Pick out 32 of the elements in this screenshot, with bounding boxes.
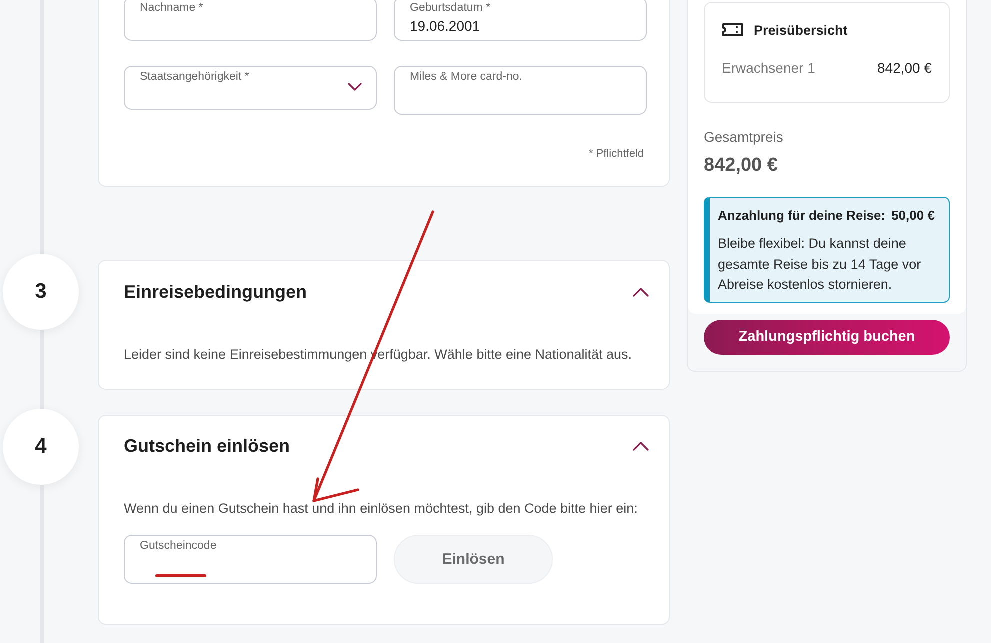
annotation-underline (156, 574, 206, 578)
last-name-field[interactable]: Nachname * (124, 0, 377, 41)
deposit-text: Bleibe flexibel: Du kannst deine gesamte Reise bis zu 14 Tage vor Abreise kostenlos stornieren. (718, 235, 922, 294)
price-line-amount: 842,00 € (878, 60, 932, 76)
step-number: 3 (3, 254, 79, 330)
step-number: 4 (3, 409, 79, 485)
field-label: Geburtsdatum * (410, 1, 491, 15)
section-title: Einreisebedingungen (124, 281, 308, 304)
ticket-icon (722, 23, 744, 37)
chevron-down-icon (348, 83, 362, 91)
field-label: Staatsangehörigkeit * (140, 70, 250, 84)
section-text: Wenn du einen Gutschein hast und ihn einlösen möchtest, gib den Code bitte hier ein: (124, 500, 639, 517)
price-line-label: Erwachsener 1 (722, 60, 816, 76)
field-label: Gutscheincode (140, 539, 217, 553)
total-label: Gesamtpreis (704, 128, 784, 146)
chevron-up-icon[interactable] (633, 442, 649, 450)
total-price: 842,00 € (704, 154, 779, 178)
birth-date-field[interactable]: Geburtsdatum * 19.06.2001 (394, 0, 647, 41)
nationality-select[interactable]: Staatsangehörigkeit * (124, 66, 377, 110)
book-button[interactable]: Zahlungspflichtig buchen (704, 320, 950, 354)
field-value: 19.06.2001 (410, 17, 480, 35)
field-label: Nachname * (140, 1, 204, 15)
redeem-button[interactable]: Einlösen (394, 535, 553, 584)
required-note: * Pflichtfeld (588, 148, 644, 160)
field-label: Miles & More card-no. (410, 70, 522, 84)
loyalty-card-field[interactable]: Miles & More card-no. (394, 66, 647, 115)
chevron-up-icon[interactable] (633, 288, 649, 296)
section-title: Gutschein einlösen (124, 435, 290, 458)
deposit-amount: 50,00 € (892, 207, 935, 225)
price-overview-title: Preisübersicht (754, 22, 848, 38)
deposit-title: Anzahlung für deine Reise: (718, 207, 886, 225)
voucher-code-field[interactable]: Gutscheincode (124, 535, 377, 584)
